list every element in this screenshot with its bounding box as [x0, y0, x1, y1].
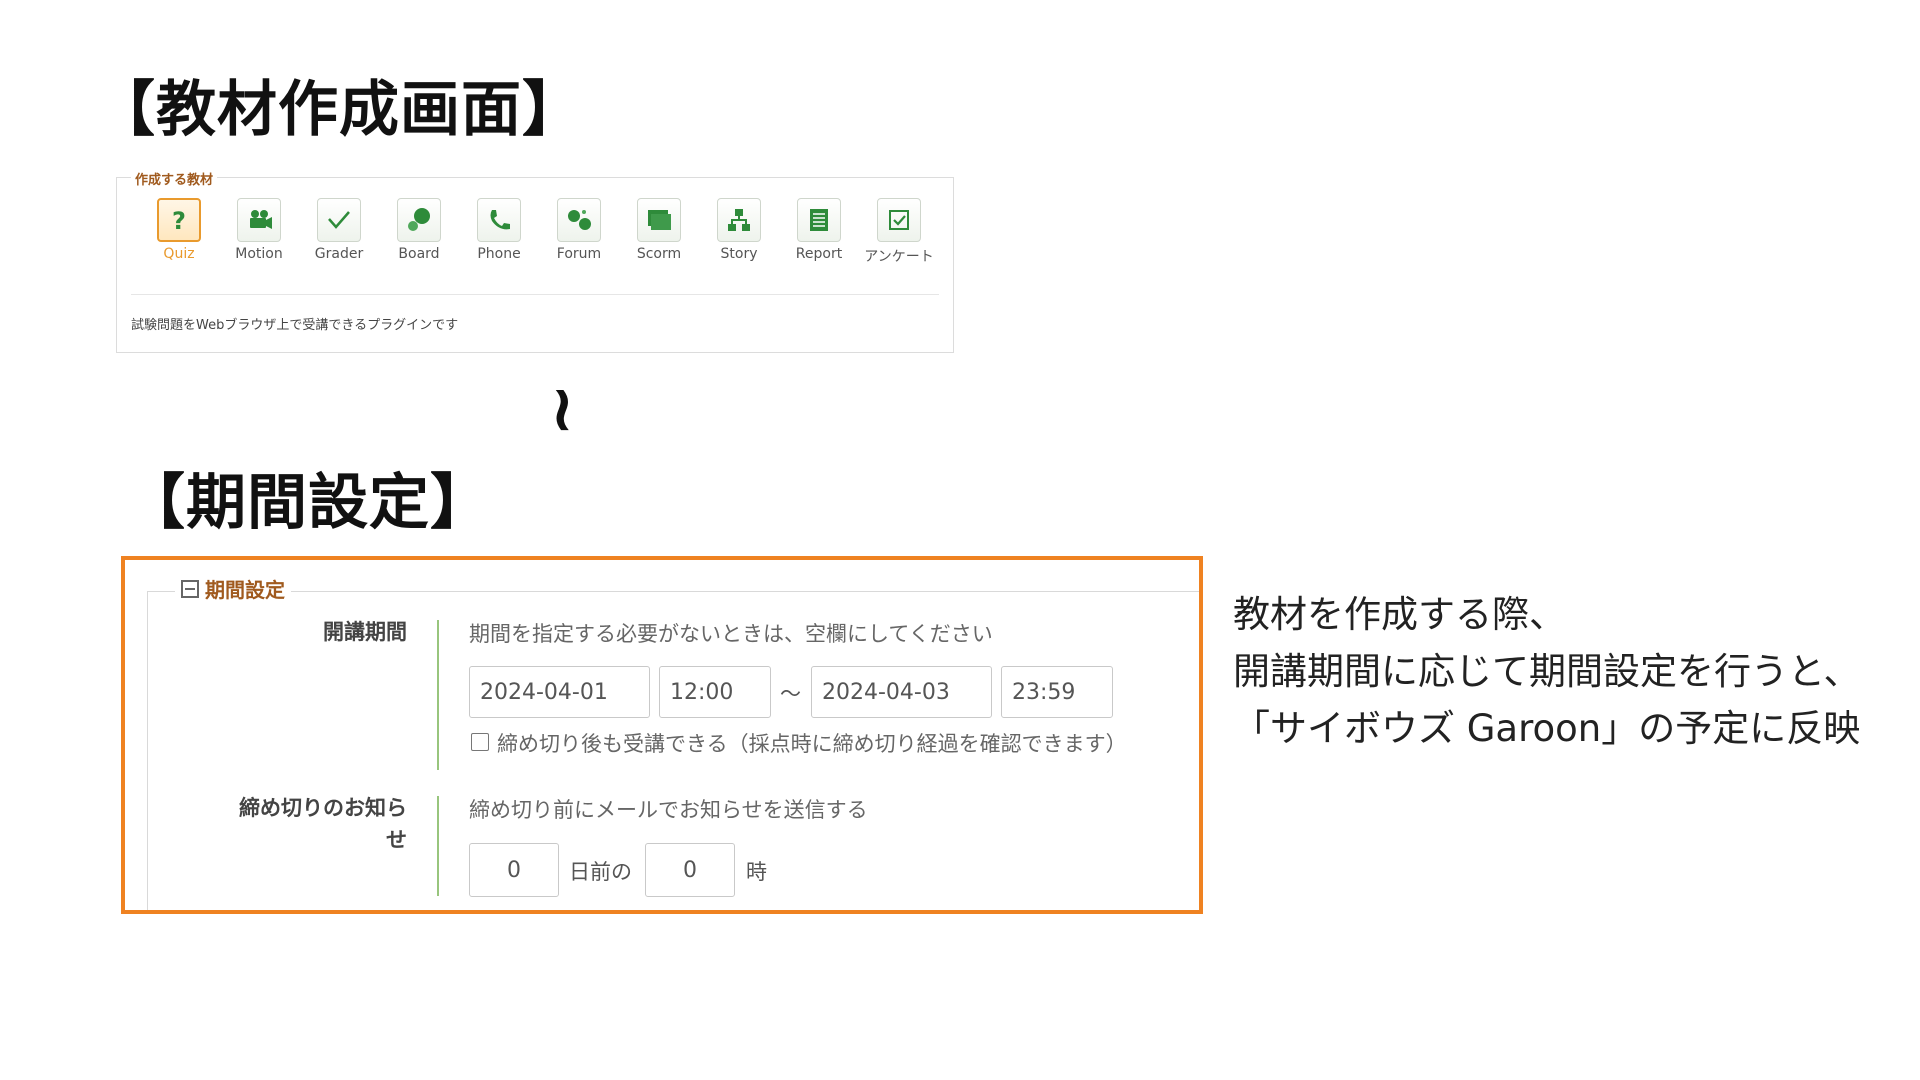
document-icon [797, 198, 841, 242]
plugin-report[interactable]: Report [779, 198, 859, 266]
range-separator: ～ [780, 682, 801, 706]
plugin-label: Report [795, 246, 843, 262]
deadline-notice-label-line1: 締め切りのお知ら [239, 796, 407, 820]
course-period-label: 開講期間 [323, 620, 407, 644]
plugin-label: Phone [477, 246, 521, 262]
period-settings-panel: 期間設定 開講期間 期間を指定する必要がないときは、空欄にしてください 2024… [121, 556, 1203, 914]
period-legend-label: 期間設定 [205, 578, 285, 602]
plugin-description: 試験問題をWebブラウザ上で受講できるプラグインです [131, 318, 459, 333]
plugin-label: Story [720, 246, 758, 262]
plugin-forum[interactable]: Forum [539, 198, 619, 266]
plugin-scorm[interactable]: Scorm [619, 198, 699, 266]
plugin-label: Scorm [636, 246, 682, 262]
phone-icon [477, 198, 521, 242]
question-icon: ? [157, 198, 201, 242]
plugin-label: Grader [314, 246, 364, 262]
deadline-notice-label: 締め切りのお知ら せ [197, 792, 407, 856]
plugin-grader[interactable]: Grader [299, 198, 379, 266]
plugin-label: アンケート [864, 249, 934, 265]
wave-connector: ~ [525, 383, 600, 437]
deadline-notice-label-line2: せ [386, 828, 407, 852]
panel-divider [131, 294, 939, 295]
row-divider [437, 796, 439, 896]
tree-diagram-icon [717, 198, 761, 242]
plugin-list: ? Quiz Motion Grader Board Phone Forum S… [139, 198, 939, 266]
checkmark-icon [317, 198, 361, 242]
side-note-line: 「サイボウズ Garoon」の予定に反映 [1233, 707, 1861, 750]
days-suffix: 日前の [569, 860, 632, 884]
start-date-field[interactable]: 2024-04-01 [469, 666, 650, 718]
plugin-label: Forum [556, 246, 602, 262]
svg-text:?: ? [172, 207, 186, 235]
course-period-hint: 期間を指定する必要がないときは、空欄にしてください [469, 622, 993, 646]
row-divider [437, 620, 439, 770]
collapse-icon[interactable] [181, 579, 199, 598]
plugin-label: Motion [235, 246, 283, 262]
deadline-notice-hint: 締め切り前にメールでお知らせを送信する [469, 798, 868, 822]
period-legend[interactable]: 期間設定 [175, 574, 291, 603]
checkbox-icon [877, 198, 921, 242]
side-note-line: 開講期間に応じて期間設定を行うと、 [1233, 650, 1861, 693]
plugin-label: Quiz [163, 246, 195, 262]
speech-bubbles-icon [397, 198, 441, 242]
hours-suffix: 時 [746, 860, 767, 884]
plugin-selection-panel: 作成する教材 ? Quiz Motion Grader Board Phone … [116, 169, 954, 353]
plugin-story[interactable]: Story [699, 198, 779, 266]
plugin-motion[interactable]: Motion [219, 198, 299, 266]
plugin-label: Board [398, 246, 440, 262]
plugin-quiz[interactable]: ? Quiz [139, 198, 219, 266]
package-icon [637, 198, 681, 242]
allow-after-deadline-checkbox[interactable] [471, 733, 489, 751]
end-date-field[interactable]: 2024-04-03 [811, 666, 992, 718]
end-time-field[interactable]: 23:59 [1001, 666, 1113, 718]
plugin-panel-legend: 作成する教材 [131, 169, 218, 188]
forum-icon [557, 198, 601, 242]
video-camera-icon [237, 198, 281, 242]
plugin-phone[interactable]: Phone [459, 198, 539, 266]
side-note-line: 教材を作成する際、 [1233, 593, 1566, 636]
plugin-board[interactable]: Board [379, 198, 459, 266]
side-note: 教材を作成する際、 開講期間に応じて期間設定を行うと、 「サイボウズ Garoo… [1233, 586, 1861, 757]
plugin-survey[interactable]: アンケート [859, 198, 939, 266]
allow-after-deadline-label: 締め切り後も受講できる（採点時に締め切り経過を確認できます） [497, 732, 1127, 756]
start-time-field[interactable]: 12:00 [659, 666, 771, 718]
heading-period-settings: 【期間設定】 [125, 468, 491, 538]
notice-hours-field[interactable]: 0 [645, 843, 735, 897]
heading-material-creation: 【教材作成画面】 [95, 75, 583, 145]
notice-days-field[interactable]: 0 [469, 843, 559, 897]
